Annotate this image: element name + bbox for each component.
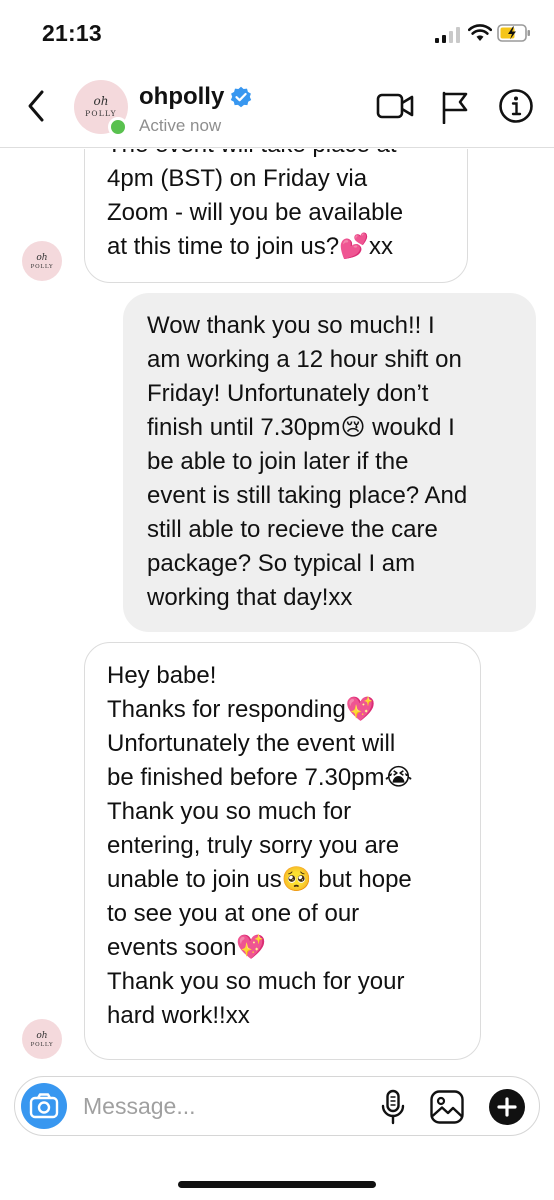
message-line: package? So typical I am: [147, 550, 416, 577]
plus-icon: [497, 1097, 517, 1117]
message-line: Thank you so much for your: [107, 968, 405, 995]
message-line: am working a 12 hour shift on: [147, 346, 462, 373]
online-indicator: [108, 117, 128, 137]
svg-text:POLLY: POLLY: [85, 109, 117, 118]
message-bubble-incoming[interactable]: Hey babe! Thanks for responding💖 Unfortu…: [84, 642, 481, 1060]
message-line: Zoom - will you be available: [107, 199, 404, 226]
message-line: Hey babe!: [107, 662, 217, 689]
message-line: entering, truly sorry you are: [107, 832, 400, 859]
wifi-icon: [468, 24, 492, 41]
message-line: 4pm (BST) on Friday via: [107, 165, 368, 192]
camera-icon: [29, 1093, 59, 1119]
message-line: hard work!!xx: [107, 1002, 250, 1029]
active-status: Active now: [139, 116, 222, 135]
message-line: working that day!xx: [147, 584, 353, 611]
svg-text:oh: oh: [36, 253, 47, 263]
message-line: be finished before 7.30pm😭: [107, 764, 413, 791]
video-camera-icon[interactable]: [376, 90, 414, 122]
message-line: The event will take place at: [107, 149, 447, 162]
message-line: Thank you so much for: [107, 798, 352, 825]
flag-icon[interactable]: [440, 90, 470, 124]
sender-avatar[interactable]: oh POLLY: [22, 241, 62, 281]
username-row[interactable]: ohpolly: [139, 83, 252, 111]
gallery-icon[interactable]: [429, 1089, 465, 1125]
message-line: finish until 7.30pm😢 woukd I: [147, 414, 455, 441]
message-line: be able to join later if the: [147, 448, 409, 475]
ohpolly-logo: oh POLLY: [31, 1031, 54, 1048]
sender-avatar[interactable]: oh POLLY: [22, 1019, 62, 1059]
svg-text:POLLY: POLLY: [31, 1042, 54, 1048]
message-line: still able to recieve the care: [147, 516, 438, 543]
message-bubble-outgoing[interactable]: Wow thank you so much!! I am working a 1…: [123, 293, 536, 632]
camera-button[interactable]: [21, 1083, 67, 1129]
message-line: Friday! Unfortunately don’t: [147, 380, 429, 407]
username[interactable]: ohpolly: [139, 83, 224, 111]
status-bar: 21:13: [0, 0, 554, 66]
message-line: Thanks for responding💖: [107, 696, 376, 723]
home-indicator: [178, 1181, 376, 1188]
svg-text:oh: oh: [36, 1031, 47, 1041]
microphone-icon[interactable]: [379, 1089, 407, 1125]
info-icon[interactable]: [498, 88, 534, 124]
svg-text:POLLY: POLLY: [31, 264, 54, 270]
status-time: 21:13: [42, 20, 102, 46]
plus-button[interactable]: [489, 1089, 525, 1125]
message-line: at this time to join us?💕xx: [107, 233, 393, 260]
message-line: to see you at one of our: [107, 900, 360, 927]
message-line: Wow thank you so much!! I: [147, 312, 435, 339]
svg-text:oh: oh: [94, 94, 109, 108]
chevron-left-icon[interactable]: [20, 84, 54, 128]
message-bubble-incoming[interactable]: The event will take place at 4pm (BST) o…: [84, 149, 468, 283]
message-composer: [14, 1076, 540, 1136]
message-line: event is still taking place? And: [147, 482, 468, 509]
verified-badge-icon: [231, 86, 252, 108]
message-line: events soon💖: [107, 934, 267, 961]
message-thread[interactable]: The event will take place at 4pm (BST) o…: [0, 149, 554, 1070]
message-line: unable to join us🥺 but hope: [107, 866, 412, 893]
chat-header: oh POLLY ohpolly Active now: [0, 66, 554, 148]
message-input[interactable]: [83, 1087, 363, 1125]
message-line: Unfortunately the event will: [107, 730, 396, 757]
battery-charging-icon: [497, 24, 530, 42]
ohpolly-logo: oh POLLY: [31, 253, 54, 270]
cellular-signal-icon: [435, 27, 461, 43]
